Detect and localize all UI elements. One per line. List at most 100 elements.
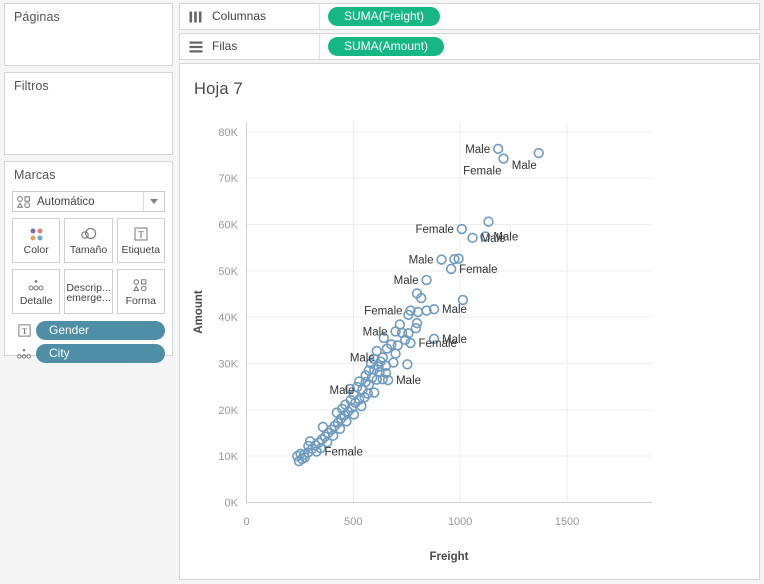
chevron-down-icon[interactable] [143, 192, 164, 211]
data-point[interactable] [456, 223, 468, 235]
worksheet-view[interactable]: Hoja 7 0K 10K 20K 30K 40K 50K 60K 70K 80K 0 500 100… [179, 63, 760, 580]
svg-text:T: T [21, 326, 26, 336]
point-label: Female [364, 306, 402, 318]
marks-pill-city[interactable]: City [36, 344, 165, 363]
data-point[interactable] [436, 254, 447, 265]
left-sidebar: Páginas Filtros Marcas Automático Color … [0, 0, 177, 584]
marks-card: Marcas Automático Color Tamaño T Etiquet… [4, 161, 173, 363]
point-label: Female [415, 224, 453, 236]
size-circles-icon [78, 224, 98, 244]
shape-button[interactable]: Forma [116, 269, 165, 314]
columns-shelf[interactable]: Columnas SUMA(Freight) [179, 3, 760, 30]
data-point[interactable] [498, 153, 509, 164]
data-point[interactable] [467, 232, 478, 244]
columns-shelf-dropzone[interactable]: SUMA(Freight) [320, 4, 759, 29]
columns-icon [180, 11, 208, 23]
shape-icon [132, 275, 149, 295]
tooltip-button-label-line2: emerge... [66, 291, 111, 304]
data-point[interactable] [369, 387, 380, 398]
x-tick-label: 500 [344, 516, 362, 528]
label-button[interactable]: T Etiqueta [116, 218, 165, 263]
rows-shelf-label: Filas [208, 34, 320, 59]
y-tick-label: 10K [218, 451, 238, 463]
x-tick-label: 0 [243, 516, 249, 528]
point-label: Male [465, 144, 490, 156]
data-point[interactable] [533, 147, 544, 159]
data-point[interactable] [402, 359, 413, 370]
detail-button-label: Detalle [19, 295, 53, 307]
x-tick-label: 1500 [555, 516, 579, 528]
shape-icon [13, 195, 35, 209]
tooltip-button[interactable]: Descrip... emerge... [64, 269, 113, 314]
point-label: Male [442, 304, 467, 316]
main-pane: Columnas SUMA(Freight) Filas SUMA(Amount… [177, 0, 764, 584]
point-label: Female [419, 338, 457, 350]
mark-type-label: Automático [37, 195, 95, 208]
marks-shelf-item-city[interactable]: City [12, 344, 165, 363]
y-tick-label: 0K [225, 498, 239, 510]
point-label: Male [394, 275, 419, 287]
pages-card-title: Páginas [14, 10, 60, 24]
label-t-icon: T [133, 224, 149, 244]
data-point[interactable] [445, 263, 457, 275]
tableau-workspace: Páginas Filtros Marcas Automático Color … [0, 0, 764, 584]
scatter-plot[interactable]: 0K 10K 20K 30K 40K 50K 60K 70K 80K 0 500 1000 1500 Am… [180, 64, 759, 579]
svg-text:T: T [138, 230, 144, 240]
scatter-plot-svg[interactable]: 0K 10K 20K 30K 40K 50K 60K 70K 80K 0 500 1000 1500 Am… [180, 64, 758, 572]
data-points[interactable] [292, 143, 544, 467]
point-label: Female [459, 264, 497, 276]
y-axis-title: Amount [193, 290, 205, 334]
point-label: Male [330, 385, 355, 397]
data-point[interactable] [421, 274, 432, 286]
label-button-label: Etiqueta [121, 244, 161, 256]
marks-pill-gender[interactable]: Gender [36, 321, 165, 340]
data-point[interactable] [317, 421, 329, 433]
detail-dots-icon [12, 346, 36, 361]
data-point[interactable] [394, 319, 406, 330]
y-tick-label: 30K [218, 358, 238, 370]
point-label: Male [512, 160, 537, 172]
mark-type-dropdown[interactable]: Automático [12, 191, 165, 212]
marks-buttons-row-2: Detalle Descrip... emerge... Forma [12, 269, 165, 314]
detail-button[interactable]: Detalle [12, 269, 61, 314]
rows-shelf[interactable]: Filas SUMA(Amount) [179, 33, 760, 60]
x-tick-label: 1000 [448, 516, 472, 528]
pages-card[interactable]: Páginas [4, 3, 173, 66]
filters-card[interactable]: Filtros [4, 72, 173, 155]
y-tick-label: 20K [218, 405, 238, 417]
y-tick-label: 40K [218, 312, 238, 324]
color-button-label: Color [23, 244, 49, 256]
filters-card-title: Filtros [14, 79, 49, 93]
columns-pill-freight[interactable]: SUMA(Freight) [328, 7, 441, 26]
rows-pill-amount[interactable]: SUMA(Amount) [328, 37, 445, 56]
point-label: Female [463, 166, 501, 178]
rows-icon [180, 41, 208, 53]
x-axis-title: Freight [430, 551, 469, 563]
marks-shelf: T Gender City [12, 321, 165, 363]
marks-shelf-item-gender[interactable]: T Gender [12, 321, 165, 340]
y-tick-label: 60K [218, 219, 238, 231]
point-label: Male [409, 255, 434, 267]
data-point[interactable] [390, 348, 401, 359]
data-point[interactable] [392, 340, 403, 351]
marks-buttons-row-1: Color Tamaño T Etiqueta [12, 218, 165, 263]
size-button-label: Tamaño [69, 244, 108, 256]
data-point[interactable] [492, 143, 504, 155]
label-t-icon: T [12, 323, 36, 338]
shape-button-label: Forma [125, 295, 156, 307]
size-button[interactable]: Tamaño [64, 218, 113, 263]
marks-card-title: Marcas [14, 168, 56, 182]
y-tick-label: 70K [218, 173, 238, 185]
color-button[interactable]: Color [12, 218, 61, 263]
color-dots-icon [28, 224, 45, 244]
point-label: Male [350, 352, 375, 364]
detail-dots-icon [27, 275, 45, 295]
point-label: Male [363, 326, 388, 338]
rows-shelf-dropzone[interactable]: SUMA(Amount) [320, 34, 759, 59]
y-tick-label: 80K [218, 127, 238, 139]
data-point[interactable] [354, 376, 365, 387]
columns-shelf-label: Columnas [208, 4, 320, 29]
point-label: Female [325, 446, 363, 458]
point-label: Male [396, 375, 421, 387]
point-label: Male [493, 231, 518, 243]
